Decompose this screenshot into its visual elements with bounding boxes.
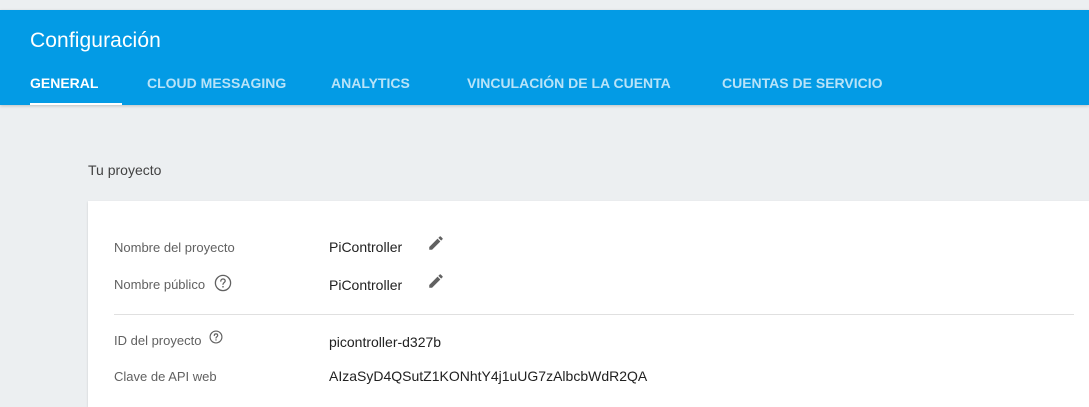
help-circle-icon[interactable] [209, 330, 223, 347]
public-name-label: Nombre público [114, 274, 232, 296]
tab-analytics-label: ANALYTICS [331, 75, 410, 91]
pencil-icon[interactable] [427, 234, 445, 257]
project-name-label: Nombre del proyecto [114, 240, 235, 255]
page-title: Configuración [30, 29, 161, 52]
active-tab-indicator [30, 103, 122, 105]
project-id-label-text: ID del proyecto [114, 333, 202, 348]
tab-service-accounts[interactable]: CUENTAS DE SERVICIO [722, 70, 883, 105]
tab-general-label: GENERAL [30, 75, 99, 91]
web-api-key-value: AIzaSyD4QSutZ1KONhtY4j1uUG7zAlbcbWdR2QA [329, 368, 648, 384]
section-divider [114, 314, 1074, 315]
settings-tabs: GENERAL CLOUD MESSAGING ANALYTICS VINCUL… [0, 70, 1089, 105]
section-title: Tu proyecto [88, 162, 162, 178]
settings-header: Configuración GENERAL CLOUD MESSAGING AN… [0, 10, 1089, 105]
project-id-value: picontroller-d327b [329, 334, 442, 350]
tab-cloud-messaging[interactable]: CLOUD MESSAGING [147, 70, 286, 105]
tab-cloud-messaging-label: CLOUD MESSAGING [147, 75, 287, 91]
tab-account-linking-label: VINCULACIÓN DE LA CUENTA [467, 75, 671, 91]
project-name-value: PiController [329, 239, 403, 255]
tab-general[interactable]: GENERAL [30, 70, 122, 105]
project-id-label: ID del proyecto [114, 330, 223, 350]
public-name-label-text: Nombre público [114, 276, 206, 292]
public-name-value: PiController [329, 277, 403, 293]
pencil-icon[interactable] [427, 272, 445, 295]
project-card: Nombre del proyecto PiController Nombre … [88, 201, 1089, 407]
tab-account-linking[interactable]: VINCULACIÓN DE LA CUENTA [467, 70, 671, 105]
tab-analytics[interactable]: ANALYTICS [331, 70, 410, 105]
tab-service-accounts-label: CUENTAS DE SERVICIO [722, 75, 883, 91]
web-api-key-label: Clave de API web [114, 369, 217, 384]
help-circle-icon[interactable] [214, 274, 232, 295]
